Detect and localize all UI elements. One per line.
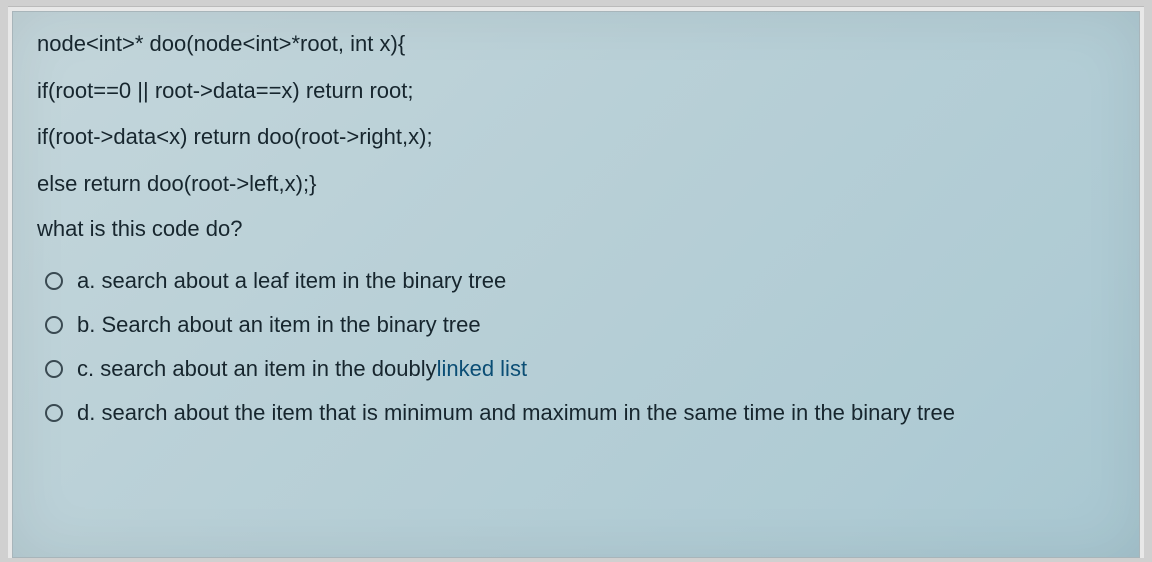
option-a[interactable]: a. search about a leaf item in the binar… <box>45 268 1115 294</box>
radio-icon[interactable] <box>45 272 63 290</box>
radio-icon[interactable] <box>45 360 63 378</box>
option-letter: d. <box>77 400 95 426</box>
code-line: node<int>* doo(node<int>*root, int x){ <box>37 30 1115 59</box>
option-text: Search about an item in the binary tree <box>101 312 480 338</box>
radio-icon[interactable] <box>45 316 63 334</box>
question-card: node<int>* doo(node<int>*root, int x){ i… <box>12 11 1140 558</box>
option-c[interactable]: c. search about an item in the doubly li… <box>45 356 1115 382</box>
question-text: what is this code do? <box>37 216 1115 242</box>
option-letter: c. <box>77 356 94 382</box>
outer-frame: node<int>* doo(node<int>*root, int x){ i… <box>8 6 1144 558</box>
code-line: else return doo(root->left,x);} <box>37 170 1115 199</box>
code-line: if(root->data<x) return doo(root->right,… <box>37 123 1115 152</box>
option-letter: b. <box>77 312 95 338</box>
code-line: if(root==0 || root->data==x) return root… <box>37 77 1115 106</box>
code-block: node<int>* doo(node<int>*root, int x){ i… <box>37 30 1115 198</box>
option-text-before: search about an item in the doubly <box>100 356 436 382</box>
option-text: search about a leaf item in the binary t… <box>101 268 506 294</box>
option-d[interactable]: d. search about the item that is minimum… <box>45 400 1115 426</box>
option-letter: a. <box>77 268 95 294</box>
radio-icon[interactable] <box>45 404 63 422</box>
option-text: search about the item that is minimum an… <box>101 400 954 426</box>
option-b[interactable]: b. Search about an item in the binary tr… <box>45 312 1115 338</box>
option-link-word[interactable]: linked list <box>437 356 527 382</box>
options-group: a. search about a leaf item in the binar… <box>37 268 1115 426</box>
